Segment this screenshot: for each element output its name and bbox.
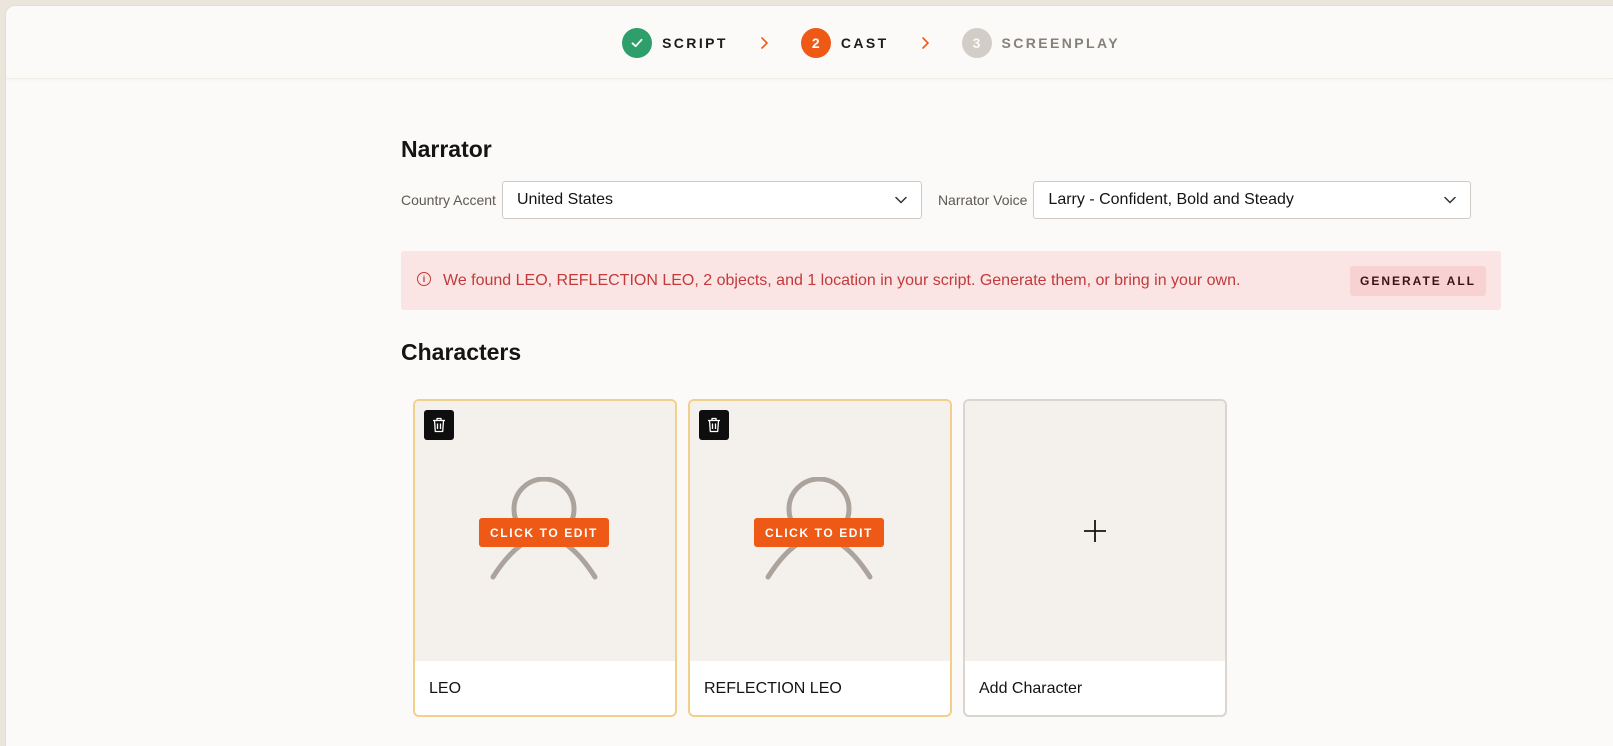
add-character-label: Add Character xyxy=(979,680,1083,697)
character-image[interactable]: CLICK TO EDIT xyxy=(415,401,675,661)
country-accent-label: Country Accent xyxy=(401,192,496,208)
character-card-reflection-leo[interactable]: CLICK TO EDIT REFLECTION LEO xyxy=(688,399,952,717)
character-name: LEO xyxy=(429,680,462,697)
app-window: SCRIPT 2 CAST 3 SCREENPLAY Narrator Coun… xyxy=(5,5,1613,746)
chevron-down-icon xyxy=(895,191,907,209)
narrator-settings: Country Accent United States Narrator Vo… xyxy=(401,181,1472,219)
add-character-card[interactable]: Add Character xyxy=(963,399,1227,717)
step-label: SCRIPT xyxy=(662,34,728,51)
trash-icon[interactable] xyxy=(424,410,454,440)
info-icon: i xyxy=(417,272,431,286)
characters-heading: Characters xyxy=(401,339,522,365)
click-to-edit-button[interactable]: CLICK TO EDIT xyxy=(754,518,884,547)
chevron-down-icon xyxy=(1444,191,1457,209)
alert-message: We found LEO, REFLECTION LEO, 2 objects,… xyxy=(443,271,1241,289)
step-number: 2 xyxy=(800,27,831,58)
add-character-area[interactable] xyxy=(965,401,1225,661)
checkmark-icon xyxy=(622,27,653,58)
country-accent-value: United States xyxy=(516,191,613,208)
step-label: SCREENPLAY xyxy=(1001,34,1120,51)
click-to-edit-button[interactable]: CLICK TO EDIT xyxy=(479,518,609,547)
country-accent-select[interactable]: United States xyxy=(501,181,922,219)
step-cast[interactable]: 2 CAST xyxy=(800,27,889,58)
character-name: REFLECTION LEO xyxy=(704,680,842,697)
stepper-bar: SCRIPT 2 CAST 3 SCREENPLAY xyxy=(6,6,1613,79)
chevron-right-icon xyxy=(921,36,930,50)
trash-icon[interactable] xyxy=(699,410,729,440)
chevron-right-icon xyxy=(760,36,769,50)
detection-alert: i We found LEO, REFLECTION LEO, 2 object… xyxy=(401,251,1501,310)
generate-all-button[interactable]: GENERATE ALL xyxy=(1350,265,1486,296)
plus-icon xyxy=(1084,520,1106,542)
progress-steps: SCRIPT 2 CAST 3 SCREENPLAY xyxy=(622,27,1120,58)
step-label: CAST xyxy=(840,34,889,51)
narrator-voice-value: Larry - Confident, Bold and Steady xyxy=(1048,191,1294,208)
narrator-voice-select[interactable]: Larry - Confident, Bold and Steady xyxy=(1033,181,1472,219)
step-number: 3 xyxy=(961,27,992,58)
step-script[interactable]: SCRIPT xyxy=(622,27,728,58)
character-image[interactable]: CLICK TO EDIT xyxy=(690,401,950,661)
narrator-heading: Narrator xyxy=(401,136,492,162)
character-cards: CLICK TO EDIT LEO CLICK TO EDIT REFLECTI… xyxy=(401,399,1227,717)
narrator-voice-label: Narrator Voice xyxy=(937,192,1028,208)
character-card-leo[interactable]: CLICK TO EDIT LEO xyxy=(413,399,677,717)
step-screenplay[interactable]: 3 SCREENPLAY xyxy=(961,27,1120,58)
